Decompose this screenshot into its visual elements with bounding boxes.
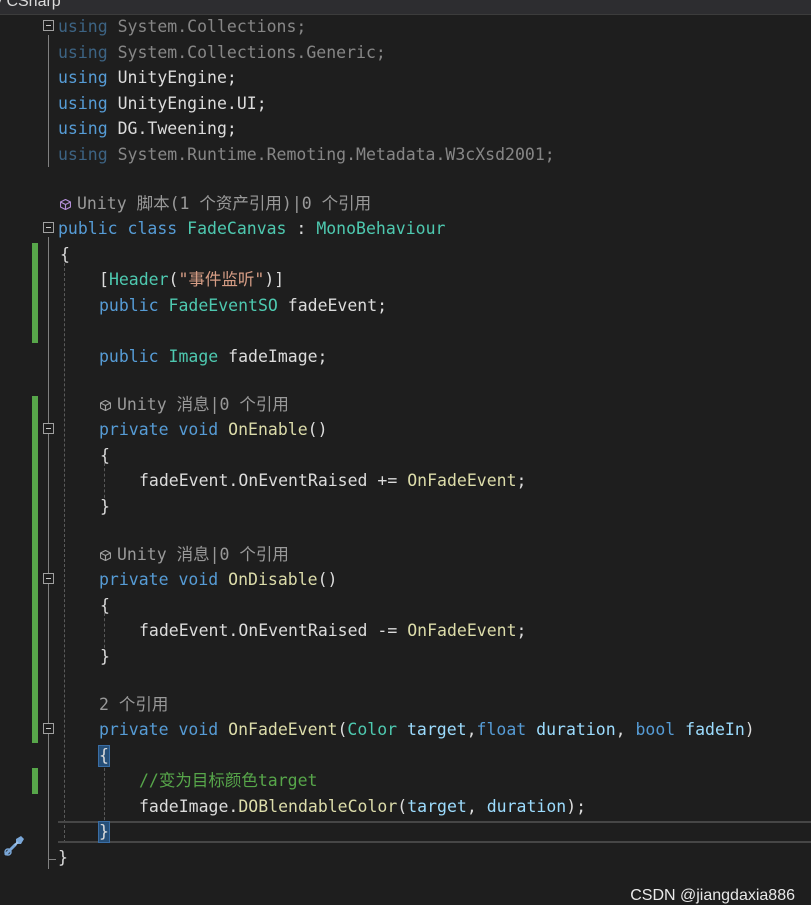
unity-cube-icon [60,199,71,210]
method-declaration: private void OnFadeEvent(Color target,fl… [99,720,755,739]
using-directive: using System.Runtime.Remoting.Metadata.W… [58,145,555,164]
open-brace: { [100,596,110,615]
codelens-class[interactable]: Unity 脚本(1 个资产引用)|0 个引用 [60,194,371,214]
code-line[interactable]: using UnityEngine.UI; [0,92,811,117]
using-directive: using UnityEngine; [58,68,237,87]
close-brace: } [100,497,110,516]
code-line[interactable]: public FadeEventSO fadeEvent; [0,294,811,319]
code-line[interactable]: { [0,744,811,769]
using-directive: using System.Collections; [58,17,307,36]
collapse-toggle[interactable] [43,723,54,734]
quick-actions-screwdriver-icon[interactable] [3,833,27,857]
collapse-toggle[interactable] [43,573,54,584]
codelens-line[interactable]: Unity 消息|0 个引用 [0,393,811,418]
collapse-toggle[interactable] [43,222,54,233]
using-directive: using UnityEngine.UI; [58,94,267,113]
field-declaration: public Image fadeImage; [99,347,328,366]
event-unsubscribe-statement: fadeEvent.OnEventRaised -= OnFadeEvent; [139,621,527,640]
csdn-watermark: CSDN @jiangdaxia886 [630,887,795,904]
code-line[interactable]: [Header("事件监听")] [0,268,811,293]
header-attribute: [Header("事件监听")] [99,270,285,289]
field-declaration: public FadeEventSO fadeEvent; [99,296,388,315]
code-line[interactable]: using UnityEngine; [0,66,811,91]
code-editor[interactable]: using System.Collections; using System.C… [0,15,811,904]
unity-cube-icon [100,400,111,411]
code-line[interactable]: { [0,444,811,469]
close-brace-highlighted: } [98,821,110,843]
codelens-line[interactable]: 2 个引用 [0,693,811,718]
code-line[interactable]: public Image fadeImage; [0,345,811,370]
class-declaration: public class FadeCanvas : MonoBehaviour [58,219,446,238]
event-subscribe-statement: fadeEvent.OnEventRaised += OnFadeEvent; [139,471,527,490]
class-close-brace: } [58,848,68,867]
codelens-onenable[interactable]: Unity 消息|0 个引用 [100,395,289,415]
code-line[interactable]: } [0,820,811,845]
code-line[interactable]: private void OnDisable() [0,568,811,593]
code-line[interactable]: using System.Collections; [0,15,811,40]
code-line[interactable]: fadeImage.DOBlendableColor(target, durat… [0,795,811,820]
unity-cube-icon [100,550,111,561]
open-brace-highlighted: { [98,745,110,767]
code-line[interactable]: using DG.Tweening; [0,117,811,142]
using-directive: using DG.Tweening; [58,119,237,138]
code-line[interactable]: public class FadeCanvas : MonoBehaviour [0,217,811,242]
using-directive: using System.Collections.Generic; [58,43,386,62]
method-declaration: private void OnDisable() [99,570,338,589]
tab-title[interactable]: y CSharp [0,0,61,11]
code-line[interactable]: private void OnFadeEvent(Color target,fl… [0,718,811,743]
open-brace: { [100,446,110,465]
document-tab-bar[interactable]: y CSharp [0,0,811,15]
collapse-toggle[interactable] [43,423,54,434]
method-declaration: private void OnEnable() [99,420,328,439]
collapse-toggle[interactable] [43,20,54,31]
code-line[interactable]: fadeEvent.OnEventRaised += OnFadeEvent; [0,469,811,494]
code-line[interactable]: //变为目标颜色target [0,769,811,794]
close-brace: } [100,647,110,666]
code-line[interactable]: } [0,846,811,871]
code-line[interactable]: { [0,243,811,268]
codelens-onfadeevent[interactable]: 2 个引用 [99,695,168,715]
code-line[interactable]: fadeEvent.OnEventRaised -= OnFadeEvent; [0,619,811,644]
code-line[interactable]: using System.Collections.Generic; [0,41,811,66]
code-line[interactable]: private void OnEnable() [0,418,811,443]
class-open-brace: { [60,245,70,264]
codelens-ondisable[interactable]: Unity 消息|0 个引用 [100,545,289,565]
method-call-statement: fadeImage.DOBlendableColor(target, durat… [139,797,587,816]
codelens-line[interactable]: Unity 消息|0 个引用 [0,543,811,568]
codelens-line[interactable]: Unity 脚本(1 个资产引用)|0 个引用 [0,192,811,217]
code-line[interactable]: } [0,495,811,520]
code-line[interactable]: } [0,645,811,670]
code-comment: //变为目标颜色target [139,771,318,790]
code-line[interactable]: { [0,594,811,619]
code-line[interactable]: using System.Runtime.Remoting.Metadata.W… [0,143,811,168]
